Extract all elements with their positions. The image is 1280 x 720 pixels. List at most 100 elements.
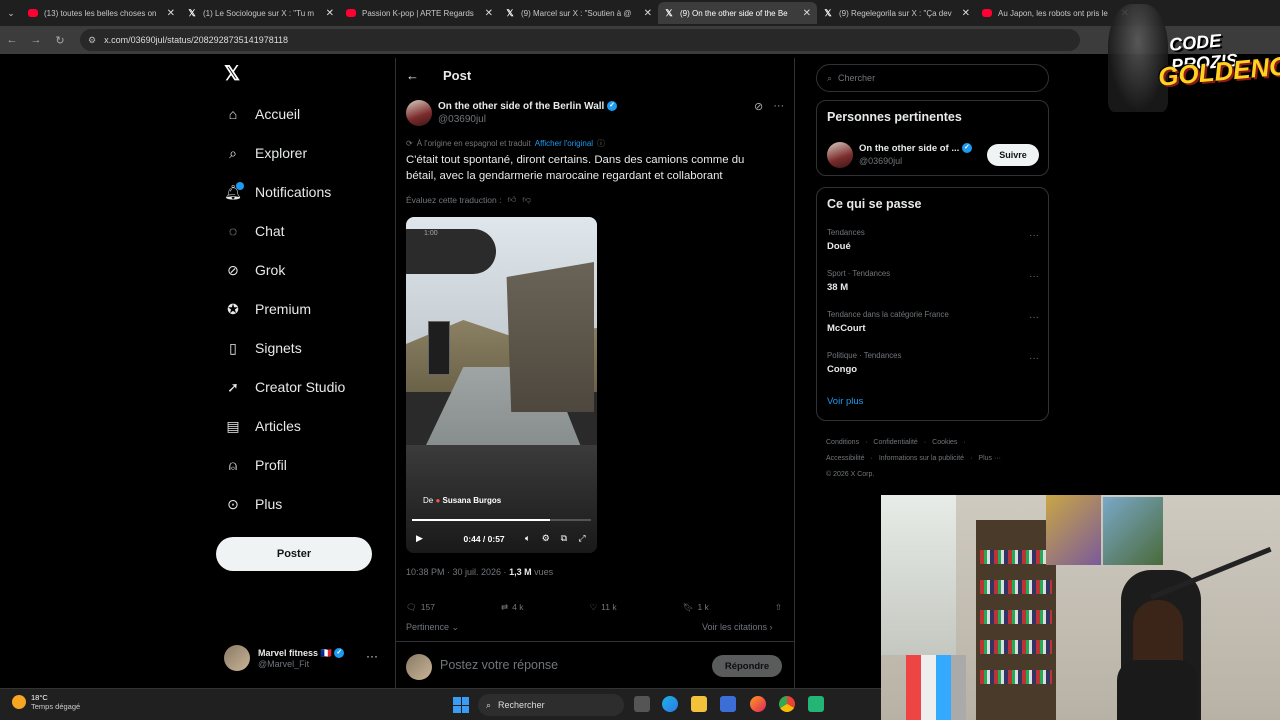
nav-item-signets[interactable]: ▯ Signets (224, 335, 302, 361)
x-logo-icon[interactable]: 𝕏 (224, 64, 244, 84)
browser-tab[interactable]: 𝕏 (9) On the other side of the Be ✕ (658, 2, 817, 24)
url-field[interactable]: ⚙ x.com/03690jul/status/2082928735141978… (80, 29, 1080, 51)
nav-item-chat[interactable]: ◌ Chat (224, 218, 285, 244)
nav-item-profil[interactable]: ⍝ Profil (224, 452, 287, 478)
more-icon[interactable]: ··· (1029, 353, 1039, 364)
video-player[interactable]: 1:00 De ● Susana Burgos ▶ 0:44 / 0:57 🔈︎… (406, 217, 597, 553)
reply-button[interactable]: 🗨︎ 157 (406, 599, 435, 615)
bookmark-button[interactable]: 🔖︎ 1 k (683, 599, 709, 615)
trend-name: McCourt (827, 323, 866, 334)
forward-icon[interactable]: → (24, 34, 48, 46)
repost-button[interactable]: ⇄ 4 k (501, 599, 523, 615)
windows-start-icon[interactable] (453, 697, 469, 713)
nav-item-accueil[interactable]: ⌂ Accueil (224, 101, 300, 127)
see-more-link[interactable]: Voir plus (827, 396, 863, 407)
nav-item-explorer[interactable]: ⌕ Explorer (224, 140, 307, 166)
footer-link[interactable]: Informations sur la publicité (879, 455, 964, 462)
address-bar: ← → ↻ ⚙ x.com/03690jul/status/2082928735… (0, 26, 1280, 54)
browser-tab-bar: ⌄ (13) toutes les belles choses on ✕ 𝕏 (1) … (0, 0, 1280, 26)
close-icon[interactable]: ✕ (644, 8, 652, 19)
footer-separator: · (970, 455, 973, 462)
account-switcher[interactable]: Marvel fitness 🇫🇷 ✓ @Marvel_Fit ··· (224, 643, 384, 673)
settings-icon[interactable]: ⚙ (537, 533, 555, 544)
url-text: x.com/03690jul/status/208292873514197811… (104, 35, 289, 45)
post-button[interactable]: Poster (216, 537, 372, 571)
back-arrow-icon[interactable]: ← (406, 68, 443, 83)
like-button[interactable]: ♡ 11 k (590, 599, 617, 615)
video-credit[interactable]: De ● Susana Burgos (423, 496, 501, 505)
nav-item-premium[interactable]: ✪ Premium (224, 296, 311, 322)
edge-icon[interactable] (662, 696, 678, 712)
volume-icon[interactable]: 🔈︎ (519, 533, 537, 544)
translation-note: ⟳ À l'origine en espagnol et traduit Aff… (406, 138, 605, 149)
card-title: Personnes pertinentes (827, 110, 962, 124)
reload-icon[interactable]: ↻ (48, 34, 72, 47)
more-icon[interactable]: ··· (1029, 312, 1039, 323)
trend-item[interactable]: Tendances Doué ··· (827, 228, 1039, 252)
search-input[interactable]: ⌕ Chercher (816, 64, 1049, 92)
close-icon[interactable]: ✕ (485, 8, 493, 19)
back-icon[interactable]: ← (0, 34, 24, 46)
trend-item[interactable]: Tendance dans la catégorie France McCourt… (827, 310, 1039, 334)
thumbs-up-icon[interactable]: 👍︎ (507, 194, 516, 205)
close-icon[interactable]: ✕ (803, 8, 811, 19)
site-info-icon[interactable]: ⚙ (88, 35, 96, 46)
pip-icon[interactable]: ⧉ (555, 533, 573, 544)
nav-item-grok[interactable]: ⊘ Grok (224, 257, 285, 283)
taskbar-search[interactable]: ⌕ Rechercher (478, 694, 624, 716)
browser-tab[interactable]: 𝕏 (9) Regelegorila sur X : "Ça dev ✕ (817, 2, 976, 24)
search-icon: ⌕ (486, 699, 492, 710)
footer-link[interactable]: Accessibilité (826, 455, 865, 462)
close-icon[interactable]: ✕ (167, 8, 175, 19)
show-original-link[interactable]: Afficher l'original (535, 139, 593, 148)
tab-list-icon[interactable]: ⌄ (0, 0, 22, 26)
author-name[interactable]: On the other side of the Berlin Wall ✓ (438, 101, 618, 112)
firefox-icon[interactable] (750, 696, 766, 712)
share-button[interactable]: ⇧ (775, 599, 782, 615)
weather-widget[interactable]: 18°C Temps dégagé (12, 693, 80, 711)
more-icon[interactable]: ··· (773, 100, 784, 113)
follow-button[interactable]: Suivre (987, 144, 1039, 166)
author-handle[interactable]: @03690jul (438, 114, 486, 125)
nav-item-label: Chat (255, 223, 285, 239)
app-icon[interactable] (808, 696, 824, 712)
footer-link[interactable]: Conditions (826, 439, 859, 446)
chrome-icon[interactable] (779, 696, 795, 712)
play-icon[interactable]: ▶ (416, 533, 464, 544)
store-icon[interactable] (720, 696, 736, 712)
view-quotes-link[interactable]: Voir les citations › (702, 622, 773, 632)
browser-tab[interactable]: Passion K-pop | ARTE Regards ✕ (340, 2, 499, 24)
info-icon[interactable]: ⓘ (597, 138, 605, 149)
thumbs-down-icon[interactable]: 👎︎ (522, 194, 531, 205)
sort-dropdown[interactable]: Pertinence ⌄ (406, 622, 459, 633)
trend-item[interactable]: Politique · Tendances Congo ··· (827, 351, 1039, 375)
post-timestamp[interactable]: 10:38 PM · 30 juil. 2026 · (406, 567, 509, 577)
reply-submit-button[interactable]: Répondre (712, 655, 782, 677)
rocket-icon: ➚ (227, 378, 239, 395)
trend-category: Tendances (827, 228, 865, 237)
nav-item-plus[interactable]: ⊙ Plus (224, 491, 282, 517)
relevant-person[interactable]: On the other side of ... ✓ @03690jul Sui… (827, 141, 1039, 169)
close-icon[interactable]: ✕ (962, 8, 970, 19)
footer-link[interactable]: Plus ··· (978, 455, 1001, 462)
nav-item-creator-studio[interactable]: ➚ Creator Studio (224, 374, 345, 400)
browser-tab[interactable]: (13) toutes les belles choses on ✕ (22, 2, 181, 24)
reply-input[interactable]: Postez votre réponse (440, 658, 558, 672)
task-view-icon[interactable] (634, 696, 650, 712)
more-icon[interactable]: ··· (1029, 230, 1039, 241)
browser-tab[interactable]: 𝕏 (9) Marcel sur X : "Soutien à @ ✕ (499, 2, 658, 24)
file-explorer-icon[interactable] (691, 696, 707, 712)
webcam-poster (1046, 495, 1101, 565)
footer-link[interactable]: Confidentialité (873, 439, 917, 446)
trend-item[interactable]: Sport · Tendances 38 M ··· (827, 269, 1039, 293)
grok-icon[interactable]: ⊘ (754, 100, 763, 113)
fullscreen-icon[interactable]: ⤢ (573, 533, 591, 544)
footer-link[interactable]: Cookies (932, 439, 957, 446)
more-icon[interactable]: ··· (1029, 271, 1039, 282)
close-icon[interactable]: ✕ (326, 8, 334, 19)
nav-item-articles[interactable]: ▤ Articles (224, 413, 301, 439)
video-progress-bar[interactable] (412, 519, 591, 521)
browser-tab[interactable]: 𝕏 (1) Le Sociologue sur X : "Tu m ✕ (181, 2, 340, 24)
more-icon[interactable]: ··· (366, 649, 378, 663)
author-avatar[interactable] (406, 100, 432, 126)
